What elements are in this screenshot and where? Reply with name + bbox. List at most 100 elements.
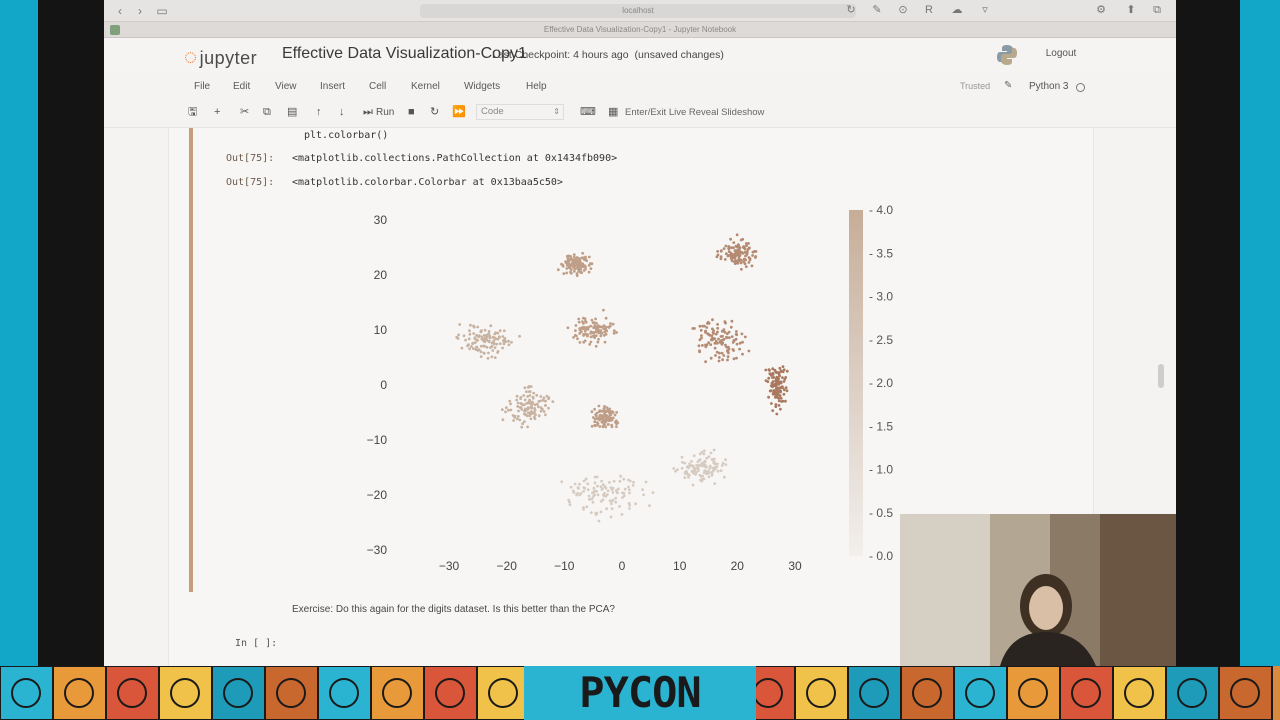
save-icon[interactable]: 🖫 (188, 104, 197, 120)
sidebar-icon[interactable]: ▭ (154, 4, 170, 18)
scatter-point (547, 406, 550, 410)
insert-cell-icon[interactable]: + (214, 104, 220, 120)
interrupt-icon[interactable]: ■ (408, 104, 415, 120)
scatter-point (768, 369, 771, 372)
scatter-point (713, 346, 717, 350)
scatter-point (766, 380, 770, 383)
tab-title[interactable]: Effective Data Visualization-Copy1 - Jup… (104, 25, 1176, 34)
scatter-point (692, 467, 696, 471)
scatter-point (739, 238, 743, 242)
y-tick-label: −20 (367, 488, 388, 502)
scatter-point (468, 329, 471, 333)
scatter-point (604, 332, 608, 336)
address-bar[interactable]: localhost (420, 4, 856, 18)
menu-help[interactable]: Help (526, 81, 547, 92)
banner-tile (476, 666, 531, 720)
restart-run-all-icon[interactable]: ⏩ (452, 104, 466, 120)
scatter-point (722, 354, 726, 357)
scatter-point (489, 346, 492, 349)
menu-file[interactable]: File (194, 81, 210, 92)
scatter-point (498, 342, 502, 345)
scatter-point (715, 255, 719, 259)
reveal-slideshow-label[interactable]: Enter/Exit Live Reveal Slideshow (625, 107, 764, 118)
forward-icon[interactable]: › (132, 4, 148, 18)
next-cell-prompt[interactable]: In [ ]: (235, 638, 277, 649)
scatter-point (705, 472, 708, 476)
code-line[interactable]: plt.colorbar() (304, 130, 388, 141)
banner-tile (317, 666, 372, 720)
kernel-name: Python 3 (1029, 81, 1069, 92)
notebook-title[interactable]: Effective Data Visualization-Copy1 (282, 45, 527, 63)
scatter-point (587, 494, 591, 498)
menu-insert[interactable]: Insert (320, 81, 345, 92)
menu-kernel[interactable]: Kernel (411, 81, 440, 92)
scatter-point (567, 259, 571, 263)
scatter-point (519, 397, 522, 400)
reload-icon[interactable]: ↻ (844, 3, 858, 17)
run-button[interactable]: ⏭ Run (363, 104, 394, 120)
scatter-point (599, 485, 603, 488)
paste-icon[interactable]: ▤ (287, 104, 297, 120)
scatter-point (487, 340, 491, 343)
scatter-point (712, 460, 716, 464)
move-down-icon[interactable]: ↓ (339, 104, 345, 120)
settings-icon[interactable]: ⚙ (1094, 3, 1108, 17)
scatter-point (622, 491, 626, 495)
move-up-icon[interactable]: ↑ (316, 104, 322, 120)
pocket-icon[interactable]: ▿ (978, 3, 992, 17)
checkpoint-text: Last Checkpoint: 4 hours ago (492, 49, 629, 61)
cell-type-select[interactable]: Code ⇕ (476, 104, 564, 120)
logout-button[interactable]: Logout (1026, 44, 1096, 64)
scrollbar-thumb[interactable] (1158, 364, 1164, 388)
tabs-icon[interactable]: ⧉ (1150, 3, 1164, 17)
scatter-point (716, 326, 720, 330)
target-icon[interactable]: ⊙ (896, 3, 910, 17)
scatter-point (620, 513, 624, 516)
scatter-point (492, 342, 496, 346)
y-tick-label: −10 (367, 433, 388, 447)
extension-icon[interactable]: ✎ (870, 3, 884, 17)
menu-view[interactable]: View (275, 81, 297, 92)
copy-icon[interactable]: ⧉ (263, 104, 271, 120)
scatter-point (616, 421, 620, 425)
scatter-point (537, 405, 540, 409)
trusted-indicator[interactable]: Trusted (960, 81, 990, 91)
scatter-point (750, 264, 754, 268)
menu-cell[interactable]: Cell (369, 81, 386, 92)
slideshow-icon[interactable]: ▦ (608, 104, 618, 120)
scatter-point (522, 394, 526, 397)
scatter-point (716, 330, 719, 334)
back-icon[interactable]: ‹ (112, 4, 128, 18)
scatter-point (462, 334, 466, 338)
menu-widgets[interactable]: Widgets (464, 81, 500, 92)
profile-icon[interactable]: R (922, 3, 936, 17)
scatter-point (634, 502, 637, 506)
scatter-point (772, 376, 776, 379)
scatter-point (586, 482, 590, 486)
restart-icon[interactable]: ↻ (430, 104, 439, 120)
share-icon[interactable]: ⬆ (1124, 3, 1138, 17)
menu-edit[interactable]: Edit (233, 81, 250, 92)
output-text-1: <matplotlib.collections.PathCollection a… (292, 153, 618, 164)
scatter-point (609, 418, 613, 422)
select-arrow-icon: ⇕ (553, 107, 560, 116)
scatter-point (770, 372, 773, 376)
jupyter-header: ◌ jupyter Effective Data Visualization-Co… (104, 38, 1176, 72)
scatter-point (491, 349, 495, 352)
scatter-point (582, 333, 585, 336)
scatter-point (518, 334, 521, 338)
scatter-point (530, 405, 533, 409)
cut-icon[interactable]: ✂ (240, 104, 249, 120)
scatter-point (493, 346, 497, 349)
scatter-point (771, 409, 775, 412)
jupyter-logo[interactable]: ◌ jupyter (184, 44, 257, 70)
scatter-point (732, 254, 736, 257)
cloud-icon[interactable]: ☁ (950, 3, 964, 17)
scatter-point (544, 399, 547, 403)
scatter-point (472, 332, 476, 335)
scatter-point (612, 329, 616, 333)
scatter-point (700, 334, 703, 337)
scatter-point (615, 491, 619, 494)
scatter-point (576, 337, 579, 341)
keyboard-icon[interactable]: ⌨ (580, 104, 596, 120)
